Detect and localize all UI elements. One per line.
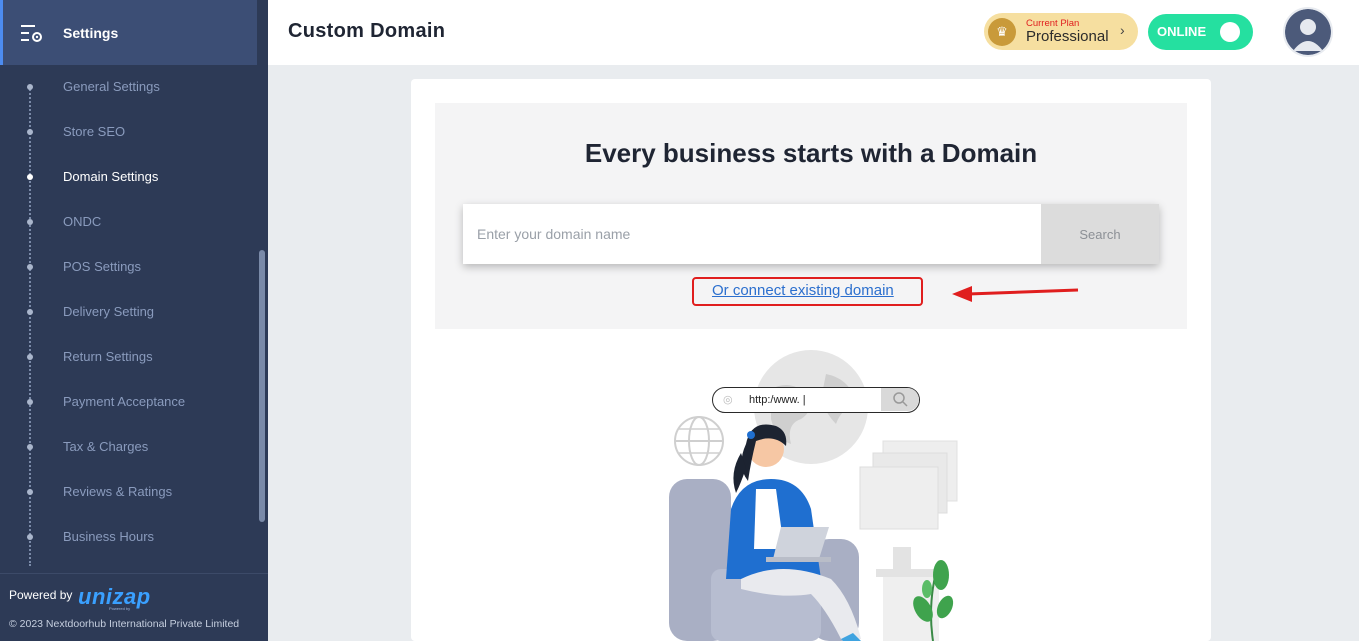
settings-menu-icon: [20, 22, 44, 44]
copyright-text: © 2023 Nextdoorhub International Private…: [9, 618, 240, 630]
online-status-toggle[interactable]: ONLINE: [1148, 14, 1253, 50]
sidebar-item-label: Delivery Setting: [63, 304, 155, 319]
sidebar-item-ondc[interactable]: ONDC: [0, 199, 257, 244]
sidebar-item-general-settings[interactable]: General Settings: [0, 64, 257, 109]
bullet-dot: [27, 173, 33, 180]
avatar[interactable]: [1283, 7, 1333, 57]
current-plan-button[interactable]: ♛ Current Plan Professional ›: [984, 13, 1138, 50]
sidebar-item-label: Payment Acceptance: [63, 394, 186, 409]
bullet-dot: [27, 533, 33, 540]
user-silhouette-icon: [1285, 9, 1331, 55]
sidebar-footer: Powered by unizap Powered by © 2023 Next…: [0, 573, 268, 641]
powered-by-text: Powered by: [9, 588, 73, 602]
sidebar-item-business-hours[interactable]: Business Hours: [0, 514, 257, 559]
sidebar-item-label: Domain Settings: [63, 169, 159, 184]
bullet-dot: [27, 263, 33, 270]
top-header: Custom Domain ♛ Current Plan Professiona…: [268, 0, 1359, 65]
sidebar-item-return-settings[interactable]: Return Settings: [0, 334, 257, 379]
sidebar-item-label: Reviews & Ratings: [63, 484, 173, 499]
status-label: ONLINE: [1157, 24, 1207, 39]
domain-search-box: Search: [463, 204, 1159, 264]
sidebar-scrollbar[interactable]: [259, 250, 265, 522]
sidebar: Settings General Settings Store SEO Doma…: [0, 0, 268, 641]
bullet-dot: [27, 128, 33, 135]
bullet-dot: [27, 398, 33, 405]
bullet-dot: [27, 83, 33, 90]
sidebar-item-label: Store SEO: [63, 124, 126, 139]
domain-search-panel: Every business starts with a Domain Sear…: [435, 103, 1187, 329]
hero-title: Every business starts with a Domain: [584, 138, 1038, 168]
sidebar-item-reviews-ratings[interactable]: Reviews & Ratings: [0, 469, 257, 514]
globe-icon: ◎: [723, 394, 733, 406]
url-search-bar-illustration: ◎ http:/www. |: [712, 387, 920, 413]
sidebar-item-tax-charges[interactable]: Tax & Charges: [0, 424, 257, 469]
connect-existing-domain-link[interactable]: Or connect existing domain: [712, 282, 894, 299]
plan-name: Professional: [1026, 28, 1109, 45]
sidebar-item-label: ONDC: [63, 214, 102, 229]
sidebar-item-label: Business Hours: [63, 529, 155, 544]
chevron-right-icon: ›: [1120, 22, 1125, 38]
domain-illustration: ◎ http:/www. |: [661, 349, 971, 641]
toggle-knob: [1220, 22, 1240, 42]
domain-search-input[interactable]: [463, 204, 1041, 264]
red-arrow-annotation: [952, 286, 1079, 302]
sidebar-header[interactable]: Settings: [0, 0, 257, 65]
bullet-dot: [27, 353, 33, 360]
sidebar-item-pos-settings[interactable]: POS Settings: [0, 244, 257, 289]
bullet-dot: [27, 308, 33, 315]
sidebar-item-label: Return Settings: [63, 349, 153, 364]
sidebar-item-label: POS Settings: [63, 259, 142, 274]
bullet-dot: [27, 443, 33, 450]
sidebar-title: Settings: [63, 24, 119, 41]
sidebar-item-label: Tax & Charges: [63, 439, 149, 454]
sidebar-item-store-seo[interactable]: Store SEO: [0, 109, 257, 154]
unizap-logo-subtext: Powered by: [109, 606, 131, 611]
sidebar-item-label: General Settings: [63, 79, 160, 94]
page-title: Custom Domain: [288, 20, 446, 42]
bullet-dot: [27, 488, 33, 495]
connect-domain-highlight: Or connect existing domain: [692, 277, 923, 306]
illustration-url-text: http:/www. |: [749, 394, 806, 406]
sidebar-item-domain-settings[interactable]: Domain Settings: [0, 154, 257, 199]
magnifier-icon: [881, 388, 919, 411]
bullet-dot: [27, 218, 33, 225]
custom-domain-card: Every business starts with a Domain Sear…: [411, 79, 1211, 641]
crown-icon: ♛: [988, 18, 1016, 46]
search-button[interactable]: Search: [1041, 204, 1159, 264]
sidebar-item-payment-acceptance[interactable]: Payment Acceptance: [0, 379, 257, 424]
sidebar-item-delivery-setting[interactable]: Delivery Setting: [0, 289, 257, 334]
